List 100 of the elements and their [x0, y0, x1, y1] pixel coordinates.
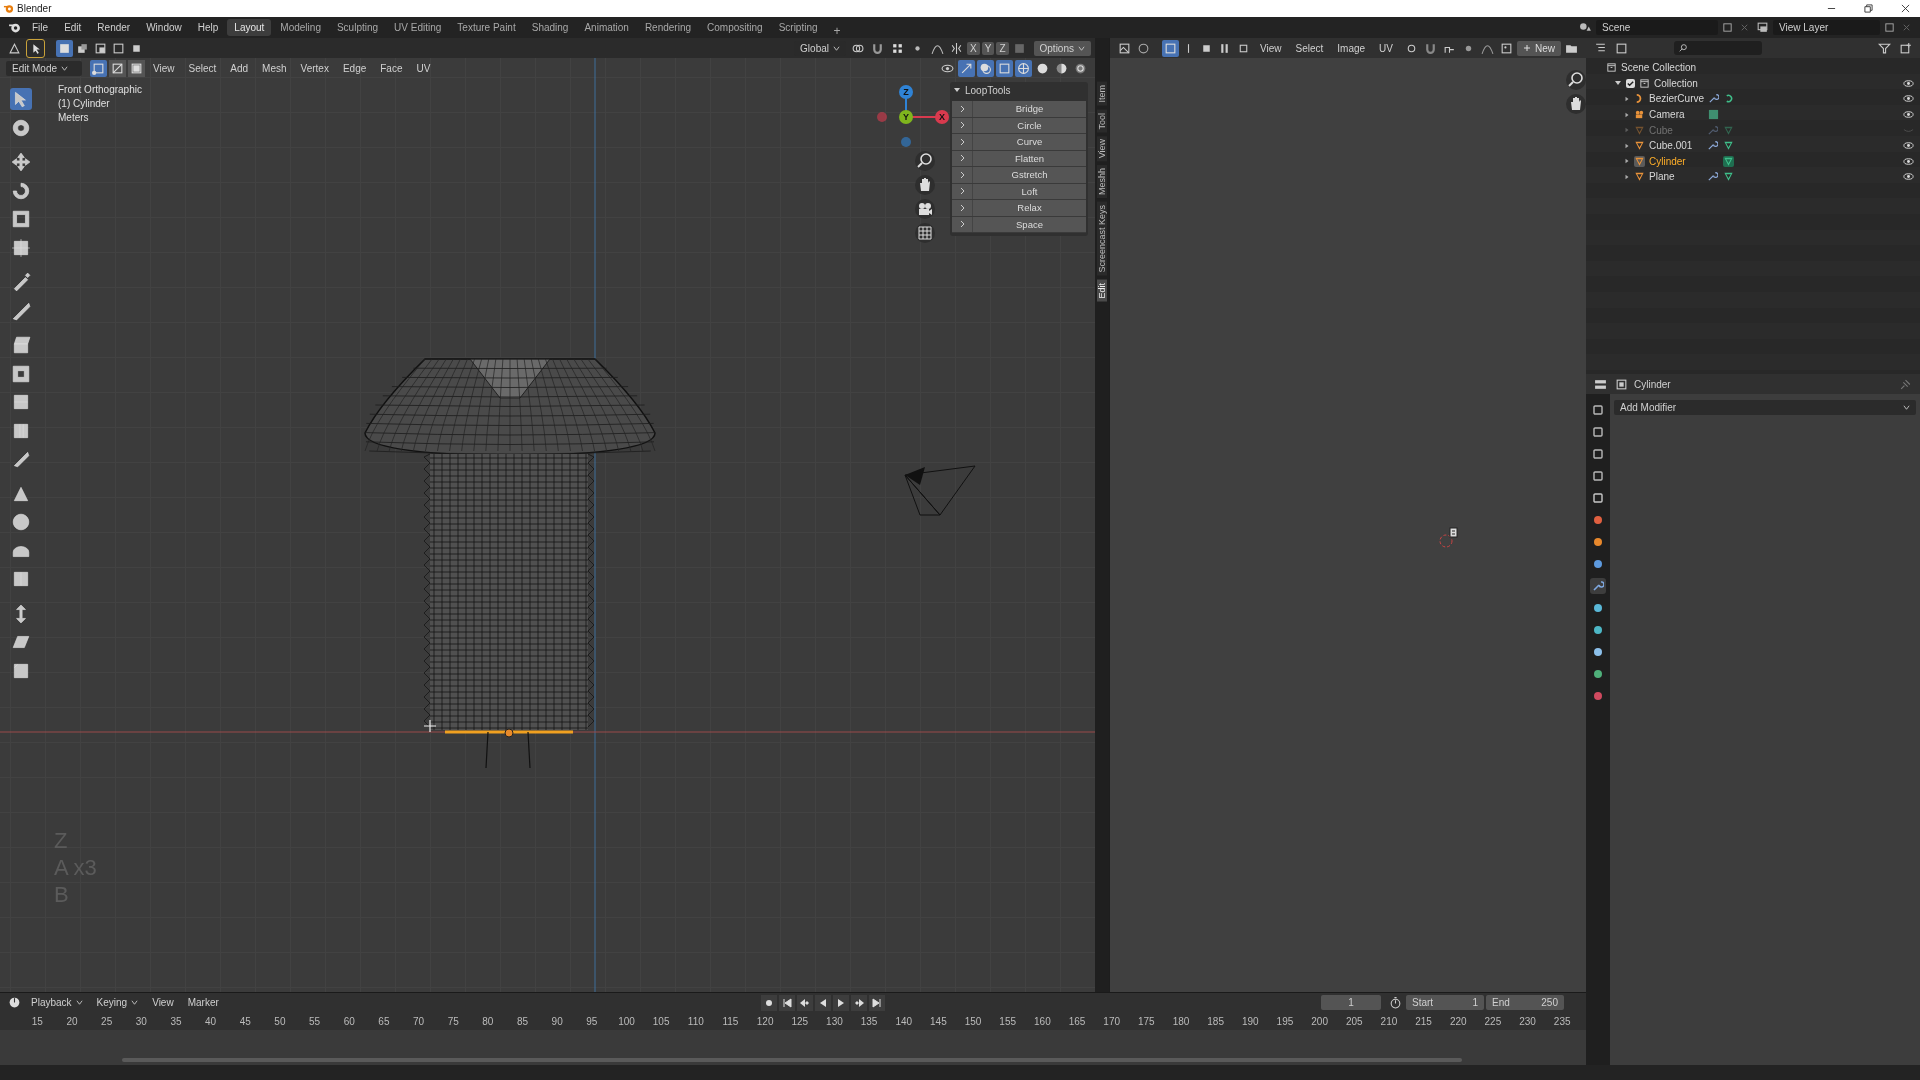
xray-icon[interactable]: [996, 59, 1013, 77]
play-icon[interactable]: [832, 994, 849, 1011]
eye-icon[interactable]: [1903, 109, 1914, 121]
mesh-data-icon[interactable]: [1723, 140, 1734, 152]
gizmo-axis-dot[interactable]: [877, 112, 887, 122]
scene-field[interactable]: Scene: [1596, 20, 1718, 35]
wireframe-shading-icon[interactable]: [1015, 59, 1032, 77]
tool-icon[interactable]: [10, 334, 32, 356]
gizmo-axis-dot[interactable]: [901, 137, 911, 147]
menu-item[interactable]: Edge: [336, 62, 373, 74]
menu-item[interactable]: Marker: [181, 997, 225, 1008]
hand-icon[interactable]: [1566, 94, 1586, 114]
menu-item[interactable]: Edit: [57, 22, 89, 33]
vertex-select-icon[interactable]: [1162, 39, 1179, 57]
menu-item[interactable]: Select: [1289, 42, 1330, 54]
workspace-tab[interactable]: Modeling: [273, 19, 328, 36]
outliner-item[interactable]: Scene Collection: [1621, 62, 1697, 74]
menu-item[interactable]: UV: [410, 62, 437, 74]
next-keyframe-icon[interactable]: [850, 994, 867, 1011]
outliner-item[interactable]: Cylinder: [1649, 155, 1703, 167]
outliner-item[interactable]: BezierCurve: [1649, 93, 1705, 105]
select-mode-icon[interactable]: [90, 59, 107, 77]
properties-tab-icon[interactable]: [1590, 490, 1606, 506]
scrollbar[interactable]: [122, 1058, 1462, 1062]
sidebar-tab[interactable]: View: [1097, 136, 1107, 162]
expand-arrow-icon[interactable]: [1624, 158, 1630, 165]
panel-title[interactable]: LoopTools: [965, 84, 1011, 96]
jump-start-icon[interactable]: [778, 994, 795, 1011]
outliner-item[interactable]: Plane: [1649, 171, 1703, 183]
menu-item[interactable]: View: [1254, 42, 1288, 54]
gizmo-axis-button[interactable]: Y: [899, 110, 913, 124]
outliner-item[interactable]: Camera: [1649, 109, 1703, 121]
prev-keyframe-icon[interactable]: [796, 994, 813, 1011]
menu-item[interactable]: File: [25, 22, 56, 33]
sidebar-tab[interactable]: Meshh: [1097, 165, 1107, 199]
tool-icon[interactable]: [10, 88, 32, 110]
menu-item[interactable]: Keying: [90, 997, 145, 1008]
menu-item[interactable]: Window: [139, 22, 189, 33]
mesh-data-icon[interactable]: [1723, 171, 1734, 183]
eye-icon[interactable]: [1903, 155, 1914, 167]
menu-item[interactable]: View: [147, 62, 181, 74]
select-mode-icon[interactable]: [109, 59, 126, 77]
view-layer-field[interactable]: View Layer: [1773, 20, 1880, 35]
expand-arrow-icon[interactable]: [1624, 111, 1630, 118]
record-icon[interactable]: [760, 994, 777, 1011]
search-field[interactable]: [1674, 41, 1762, 55]
expand-arrow-icon[interactable]: [1624, 96, 1630, 102]
tool-icon[interactable]: [10, 151, 32, 173]
wrench-icon[interactable]: [1707, 140, 1718, 152]
outliner-item[interactable]: Cube.001: [1649, 140, 1703, 152]
mesh-data-icon[interactable]: [1723, 155, 1734, 167]
collapse-icon[interactable]: [953, 86, 961, 94]
wrench-icon[interactable]: [1707, 171, 1718, 183]
menu-item[interactable]: Image: [1331, 42, 1372, 54]
sidebar-tab[interactable]: Tool: [1097, 109, 1107, 133]
properties-tab-icon[interactable]: [1590, 402, 1606, 418]
menu-item[interactable]: Select: [182, 62, 223, 74]
expand-arrow-icon[interactable]: [1624, 173, 1630, 180]
sidebar-tab[interactable]: Screencast Keys: [1097, 202, 1107, 276]
eye-icon[interactable]: [1903, 171, 1914, 183]
restore-icon[interactable]: [1864, 4, 1873, 13]
workspace-tab[interactable]: Layout: [227, 19, 272, 36]
workspace-tab[interactable]: Shading: [524, 19, 576, 36]
workspace-tab[interactable]: Sculpting: [329, 19, 386, 36]
end-frame-field[interactable]: End 250: [1486, 995, 1564, 1010]
properties-tab-icon[interactable]: [1590, 424, 1606, 440]
menu-item[interactable]: Add: [224, 62, 255, 74]
play-reverse-icon[interactable]: [814, 994, 831, 1011]
gizmo-axis-button[interactable]: X: [935, 110, 949, 124]
current-frame-field[interactable]: 1: [1321, 995, 1381, 1010]
eye-icon[interactable]: [1903, 93, 1914, 105]
properties-tab-icon[interactable]: [1590, 446, 1606, 462]
select-box-icon[interactable]: [26, 38, 45, 58]
mode-dropdown[interactable]: Edit Mode: [6, 60, 82, 76]
workspace-tab[interactable]: Scripting: [771, 19, 825, 36]
camera-data-icon[interactable]: [1708, 109, 1719, 121]
camera-icon[interactable]: [915, 199, 935, 219]
menu-item[interactable]: View: [146, 997, 180, 1008]
properties-tab-icon[interactable]: [1590, 578, 1606, 594]
menu-item[interactable]: Playback: [25, 997, 89, 1008]
sidebar-tab[interactable]: Item: [1097, 82, 1107, 106]
tool-icon[interactable]: [10, 236, 32, 259]
add-workspace-button[interactable]: +: [826, 20, 849, 35]
gizmo-axis-button[interactable]: Z: [899, 85, 913, 99]
menu-item[interactable]: Vertex: [294, 62, 335, 74]
wrench-icon[interactable]: [1708, 93, 1720, 105]
copy-icon[interactable]: [1720, 20, 1735, 35]
checkbox[interactable]: [1626, 78, 1635, 88]
new-image-button[interactable]: New: [1517, 40, 1561, 56]
grid-icon[interactable]: [915, 223, 935, 243]
gizmo-toggle-icon[interactable]: [958, 59, 975, 77]
hand-icon[interactable]: [915, 175, 935, 195]
sidebar-tab[interactable]: Edit: [1097, 279, 1107, 302]
mode-new-icon[interactable]: [56, 39, 73, 57]
eye-icon[interactable]: [1903, 77, 1914, 89]
zoom-icon[interactable]: [915, 151, 935, 171]
outliner-item[interactable]: Collection: [1654, 77, 1708, 89]
jump-end-icon[interactable]: [868, 994, 885, 1011]
menu-item[interactable]: Mesh: [256, 62, 293, 74]
workspace-tab[interactable]: Compositing: [700, 19, 770, 36]
